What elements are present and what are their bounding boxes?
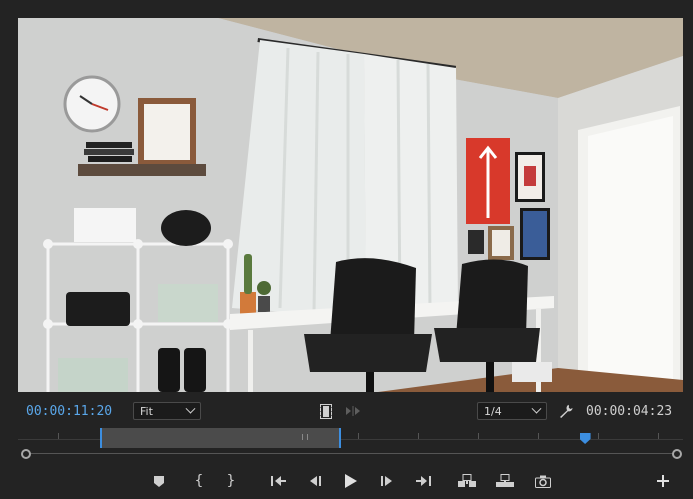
playhead[interactable]: [579, 433, 591, 444]
range-grip-icon[interactable]: [301, 434, 308, 440]
monitor-timeline[interactable]: [18, 428, 683, 462]
program-monitor-video[interactable]: [18, 18, 683, 392]
current-timecode[interactable]: 00:00:11:20: [26, 404, 112, 419]
playback-resolution-value: 1/4: [484, 404, 502, 418]
in-out-range[interactable]: [99, 428, 341, 448]
ruler-tick: [538, 433, 539, 439]
step-forward-icon[interactable]: [376, 470, 398, 492]
ruler-tick: [598, 433, 599, 439]
zoom-scrollbar-track[interactable]: [26, 453, 676, 454]
go-to-out-icon[interactable]: [412, 470, 434, 492]
add-button-icon[interactable]: [652, 470, 674, 492]
camera-icon[interactable]: [532, 470, 554, 492]
wrench-icon[interactable]: [558, 403, 574, 419]
zoom-level-select[interactable]: Fit: [133, 402, 201, 420]
comparison-view-icon[interactable]: [344, 404, 362, 418]
transport-controls: { }: [0, 468, 693, 494]
go-to-in-icon[interactable]: [268, 470, 290, 492]
step-back-icon[interactable]: [304, 470, 326, 492]
filmstrip-icon[interactable]: [319, 403, 333, 419]
insert-icon[interactable]: [456, 470, 478, 492]
overwrite-icon[interactable]: [494, 470, 516, 492]
mark-out-icon[interactable]: }: [220, 470, 242, 492]
add-marker-icon[interactable]: [148, 470, 170, 492]
playback-resolution-select[interactable]: 1/4: [477, 402, 547, 420]
video-frame-image: [18, 18, 683, 392]
play-icon[interactable]: [340, 470, 362, 492]
zoom-scrollbar-start-handle[interactable]: [21, 449, 31, 459]
ruler-tick: [418, 433, 419, 439]
zoom-level-value: Fit: [140, 404, 153, 418]
chevron-down-icon: [185, 403, 196, 414]
ruler-tick: [58, 433, 59, 439]
monitor-controls: 00:00:11:20 Fit 1/4 00:00:04:23: [0, 398, 693, 426]
ruler-tick: [478, 433, 479, 439]
ruler-tick: [358, 433, 359, 439]
mark-in-icon[interactable]: {: [188, 470, 210, 492]
duration-timecode: 00:00:04:23: [586, 404, 673, 419]
zoom-scrollbar-end-handle[interactable]: [672, 449, 682, 459]
ruler-tick: [658, 433, 659, 439]
chevron-down-icon: [531, 403, 542, 414]
